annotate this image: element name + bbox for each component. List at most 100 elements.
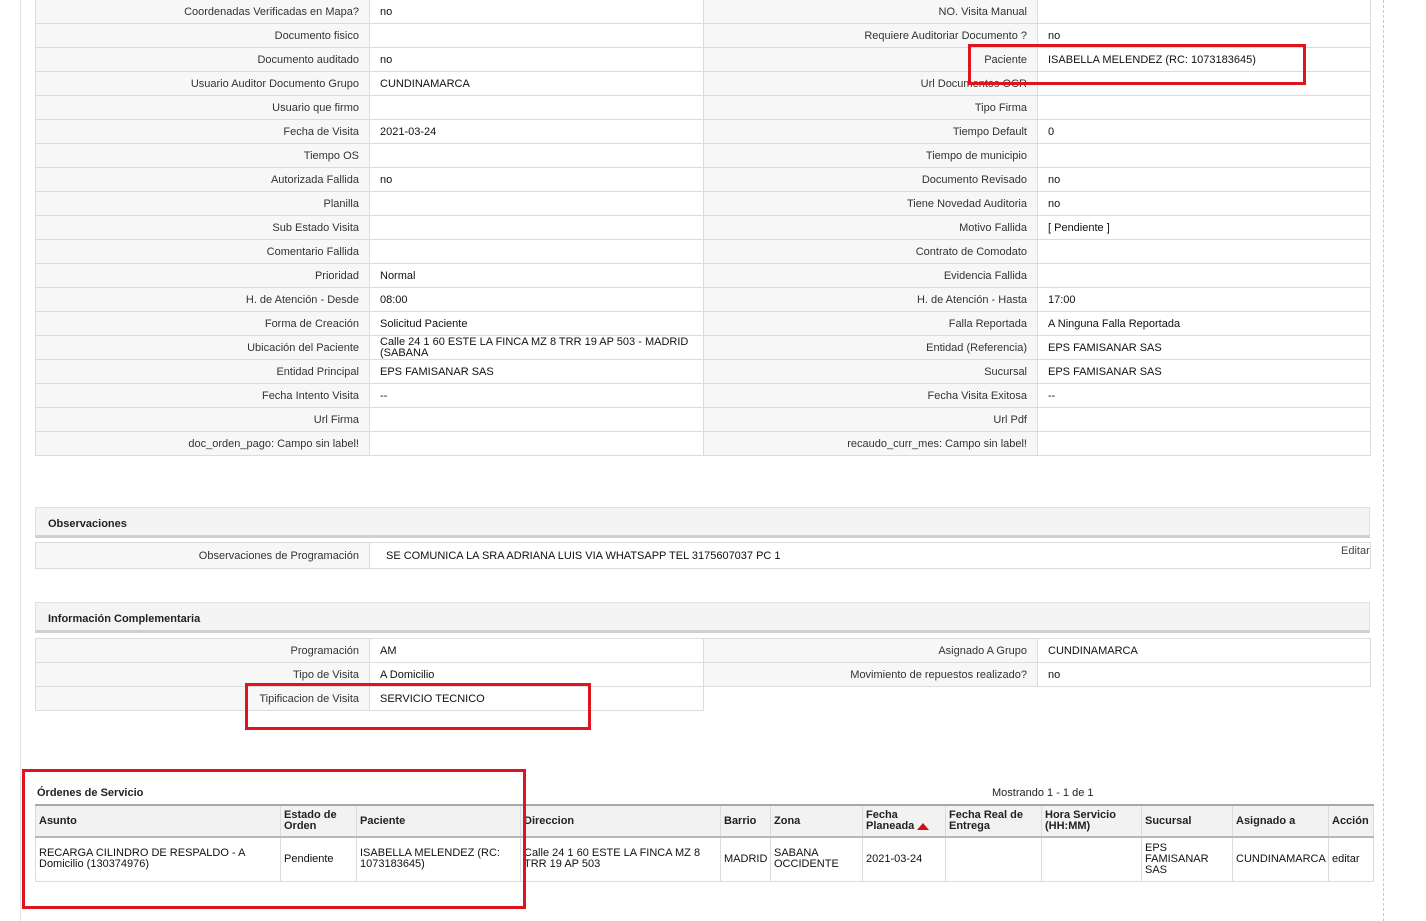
detail-row: Comentario Fallida Contrato de Comodato [35,239,1371,264]
detail-row: Sub Estado Visita Motivo Fallida[ Pendien… [35,215,1371,240]
column-header-label: Fecha Real de Entrega [949,809,1023,832]
column-header-fecha-planeada[interactable]: Fecha Planeada [862,804,946,838]
cell-sucursal: EPS FAMISANAR SAS [1141,836,1233,882]
column-header-label: Barrio [724,814,757,827]
field-value-planilla [369,191,704,216]
field-label-ubicacion-del-paciente: Ubicación del Paciente [35,335,370,360]
field-value-entidad-principal: EPS FAMISANAR SAS [369,359,704,384]
cell-barrio: MADRID [720,836,771,882]
observaciones-edit-link[interactable]: Editar [1341,545,1370,557]
field-label-documento-revisado: Documento Revisado [703,167,1038,192]
cell-direccion: Calle 24 1 60 ESTE LA FINCA MZ 8 TRR 19 … [520,836,721,882]
field-value-forma-de-creacion: Solicitud Paciente [369,311,704,336]
field-value-coordenadas-verificadas-en-mapa: no [369,0,704,24]
field-value-sub-estado-visita [369,215,704,240]
observaciones-table: Observaciones de Programación SE COMUNIC… [35,542,1371,569]
field-label-programacion: Programación [35,638,370,663]
field-label-planilla: Planilla [35,191,370,216]
column-header-label: Asignado a [1236,814,1296,827]
detail-row: Prioridad Normal Evidencia Fallida [35,263,1371,288]
field-label-usuario-que-firmo: Usuario que firmo [35,95,370,120]
field-label-tiempo-os: Tiempo OS [35,143,370,168]
field-value-tiempo-os [369,143,704,168]
cell-asignado-a: CUNDINAMARCA [1232,836,1329,882]
right-dashed-line [1383,0,1384,921]
field-label-usuario-auditor-documento-grupo: Usuario Auditor Documento Grupo [35,71,370,96]
column-header-fecha-real-de-entrega[interactable]: Fecha Real de Entrega [945,804,1042,838]
observaciones-header: Observaciones [35,507,1370,538]
field-label-falla-reportada: Falla Reportada [703,311,1038,336]
field-label-tiempo-de-municipio: Tiempo de municipio [703,143,1038,168]
detail-row: H. de Atención - Desde 08:00 H. de Atenció… [35,287,1371,312]
info-row: Tipificacion de Visita SERVICIO TECNICO [35,686,1371,711]
cell-zona: SABANA OCCIDENTE [770,836,863,882]
field-value-tiempo-default: 0 [1037,119,1371,144]
field-label-entidad-principal: Entidad Principal [35,359,370,384]
field-value-fecha-de-visita: 2021-03-24 [369,119,704,144]
field-value-tipo-firma [1037,95,1371,120]
field-label-comentario-fallida: Comentario Fallida [35,239,370,264]
left-border-line [20,0,21,921]
orders-count: Mostrando 1 - 1 de 1 [992,787,1094,799]
detail-row: Url Firma Url Pdf [35,407,1371,432]
field-value-asignado-a-grupo: CUNDINAMARCA [1037,638,1371,663]
column-header-label: Hora Servicio (HH:MM) [1045,809,1116,832]
detail-row: Tiempo OS Tiempo de municipio [35,143,1371,168]
field-value-comentario-fallida [369,239,704,264]
field-label-forma-de-creacion: Forma de Creación [35,311,370,336]
observaciones-label: Observaciones de Programación [35,542,370,569]
highlight-box-tipificacion [245,683,591,730]
field-value-prioridad: Normal [369,263,704,288]
column-header-hora-servicio-hh-mm[interactable]: Hora Servicio (HH:MM) [1041,804,1142,838]
column-header-accion[interactable]: Acción [1328,804,1374,838]
field-label-movimiento-de-repuestos-realizado: Movimiento de repuestos realizado? [703,662,1038,687]
field-label-prioridad: Prioridad [35,263,370,288]
field-value-tiene-novedad-auditoria: no [1037,191,1371,216]
field-label-sub-estado-visita: Sub Estado Visita [35,215,370,240]
field-value-tiempo-de-municipio [1037,143,1371,168]
info-complementaria-table: Programación AM Asignado A Grupo CUNDINAMAR… [35,638,1371,711]
field-label-fecha-intento-visita: Fecha Intento Visita [35,383,370,408]
detail-row: Forma de Creación Solicitud Paciente Falla… [35,311,1371,336]
field-value-contrato-de-comodato [1037,239,1371,264]
field-value-entidad-referencia: EPS FAMISANAR SAS [1037,335,1371,360]
detail-row: Autorizada Fallida no Documento Revisado no [35,167,1371,192]
field-label-motivo-fallida: Motivo Fallida [703,215,1038,240]
info-row: Programación AM Asignado A Grupo CUNDINAMAR… [35,638,1371,663]
field-label-h-de-atencion-hasta: H. de Atención - Hasta [703,287,1038,312]
column-header-asignado-a[interactable]: Asignado a [1232,804,1329,838]
field-value-fecha-intento-visita: -- [369,383,704,408]
field-value-usuario-que-firmo [369,95,704,120]
field-label-documento-auditado: Documento auditado [35,47,370,72]
column-header-label: Direccion [524,814,575,827]
detail-row: Usuario que firmo Tipo Firma [35,95,1371,120]
detail-row: Coordenadas Verificadas en Mapa? no NO. Vi… [35,0,1371,24]
detail-row: doc_orden_pago: Campo sin label! recaudo_… [35,431,1371,456]
field-label-evidencia-fallida: Evidencia Fallida [703,263,1038,288]
field-label-sucursal: Sucursal [703,359,1038,384]
detail-row: Ubicación del Paciente Calle 24 1 60 ESTE… [35,335,1371,360]
observaciones-row: Observaciones de Programación SE COMUNIC… [35,542,1371,569]
highlight-box-orders [22,769,526,909]
field-value-autorizada-fallida: no [369,167,704,192]
field-value-url-pdf [1037,407,1371,432]
field-label-autorizada-fallida: Autorizada Fallida [35,167,370,192]
field-value-h-de-atencion-hasta: 17:00 [1037,287,1371,312]
sort-ascending-icon[interactable] [917,822,930,830]
field-value-usuario-auditor-documento-grupo: CUNDINAMARCA [369,71,704,96]
field-label-url-pdf: Url Pdf [703,407,1038,432]
column-header-zona[interactable]: Zona [770,804,863,838]
cell-fecha-real-de-entrega [945,836,1042,882]
column-header-barrio[interactable]: Barrio [720,804,771,838]
column-header-label: Fecha Planeada [866,809,915,832]
field-label-contrato-de-comodato: Contrato de Comodato [703,239,1038,264]
cell-accion[interactable]: editar [1328,836,1374,882]
column-header-direccion[interactable]: Direccion [520,804,721,838]
field-value-no-visita-manual [1037,0,1371,24]
column-header-sucursal[interactable]: Sucursal [1141,804,1233,838]
field-label-asignado-a-grupo: Asignado A Grupo [703,638,1038,663]
field-label-doc-orden-pago-campo-sin-label: doc_orden_pago: Campo sin label! [35,431,370,456]
observaciones-value: SE COMUNICA LA SRA ADRIANA LUIS VIA WHAT… [369,542,1371,569]
field-value-recaudo-curr-mes-campo-sin-label [1037,431,1371,456]
field-value-evidencia-fallida [1037,263,1371,288]
